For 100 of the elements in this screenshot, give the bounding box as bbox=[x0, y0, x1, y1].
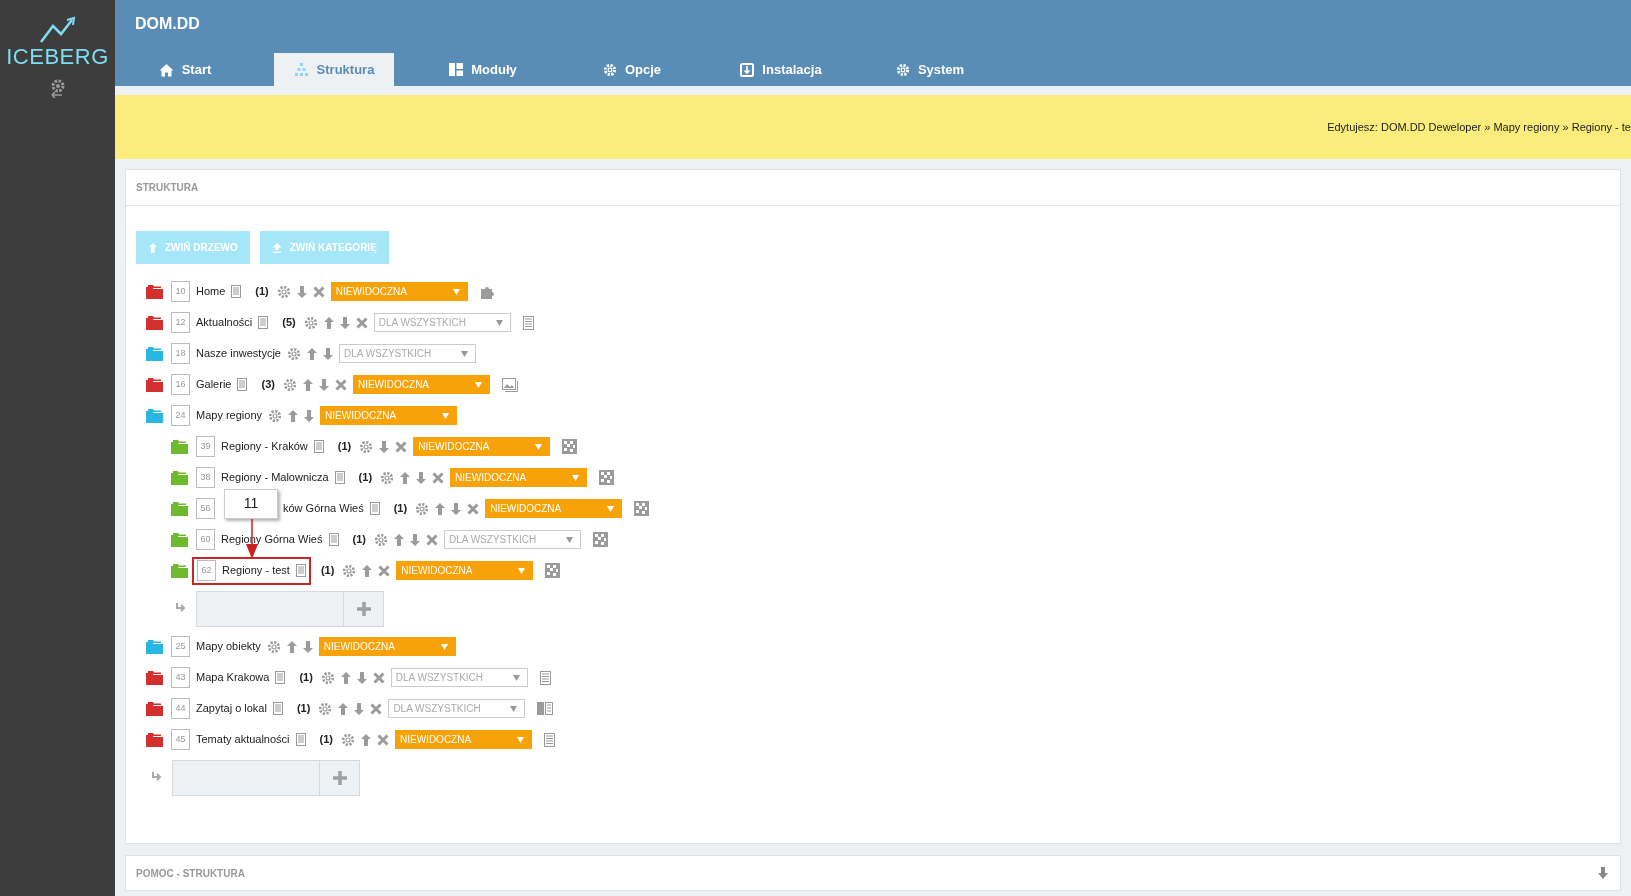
name-input-field[interactable] bbox=[196, 590, 344, 627]
nav-tab[interactable]: Instalacja bbox=[721, 53, 841, 86]
checker-icon[interactable] bbox=[562, 439, 578, 454]
node-name[interactable]: Aktualności bbox=[196, 314, 253, 331]
folder-icon[interactable] bbox=[171, 501, 188, 516]
settings-icon[interactable] bbox=[320, 670, 335, 685]
settings-icon[interactable] bbox=[342, 563, 357, 578]
arrow-up-icon[interactable] bbox=[307, 347, 317, 360]
arrow-up-icon[interactable] bbox=[435, 502, 446, 515]
visibility-select[interactable]: DLA WSZYSTKICH bbox=[373, 313, 511, 332]
close-icon[interactable] bbox=[378, 564, 391, 577]
nav-tab[interactable]: Opcje bbox=[572, 53, 692, 86]
settings-icon[interactable] bbox=[282, 377, 297, 392]
arrow-down-icon[interactable] bbox=[356, 671, 367, 684]
folder-icon[interactable] bbox=[146, 315, 163, 330]
node-name[interactable]: ków Górna Wieś bbox=[283, 500, 364, 517]
folder-icon[interactable] bbox=[146, 408, 163, 423]
arrow-down-icon[interactable] bbox=[318, 378, 329, 391]
arrow-down-icon[interactable] bbox=[1598, 867, 1608, 879]
visibility-select[interactable]: NIEWIDOCZNA bbox=[352, 375, 490, 394]
folder-icon[interactable] bbox=[171, 470, 188, 485]
node-name[interactable]: Galerie bbox=[196, 376, 232, 393]
document-icon[interactable] bbox=[295, 564, 306, 577]
visibility-select[interactable]: NIEWIDOCZNA bbox=[485, 499, 623, 518]
nav-tab[interactable]: System bbox=[870, 53, 990, 86]
close-icon[interactable] bbox=[334, 378, 347, 391]
puzzle-icon[interactable] bbox=[479, 284, 495, 299]
checker-icon[interactable] bbox=[599, 470, 615, 485]
arrow-down-icon[interactable] bbox=[296, 285, 307, 298]
document-icon[interactable] bbox=[539, 670, 551, 685]
folder-icon[interactable] bbox=[146, 377, 163, 392]
add-button[interactable] bbox=[320, 759, 360, 796]
nav-tab[interactable]: Start bbox=[125, 53, 245, 86]
settings-icon[interactable] bbox=[268, 408, 283, 423]
close-icon[interactable] bbox=[377, 733, 389, 746]
folder-icon[interactable] bbox=[171, 563, 188, 578]
close-icon[interactable] bbox=[355, 316, 368, 329]
name-input-field[interactable] bbox=[172, 759, 320, 796]
document-icon[interactable] bbox=[328, 533, 339, 546]
close-icon[interactable] bbox=[467, 502, 480, 515]
arrow-up-icon[interactable] bbox=[288, 409, 299, 422]
close-icon[interactable] bbox=[432, 471, 445, 484]
settings-icon[interactable] bbox=[266, 639, 281, 654]
checker-icon[interactable] bbox=[545, 563, 561, 578]
nav-tab[interactable]: Struktura bbox=[274, 53, 394, 86]
document-icon[interactable] bbox=[237, 378, 248, 391]
visibility-select[interactable]: DLA WSZYSTKICH bbox=[443, 530, 581, 549]
arrow-down-icon[interactable] bbox=[302, 640, 313, 653]
node-name[interactable]: Nasze inwestycje bbox=[196, 345, 281, 362]
document-icon[interactable] bbox=[522, 315, 534, 330]
settings-icon[interactable] bbox=[373, 532, 388, 547]
close-icon[interactable] bbox=[425, 533, 438, 546]
nav-tab[interactable]: Moduły bbox=[423, 53, 543, 86]
document-icon[interactable] bbox=[369, 502, 380, 515]
arrow-down-icon[interactable] bbox=[451, 502, 462, 515]
folder-icon[interactable] bbox=[146, 639, 163, 654]
settings-icon[interactable] bbox=[380, 470, 395, 485]
arrow-down-icon[interactable] bbox=[379, 440, 390, 453]
node-name[interactable]: Tematy aktualności bbox=[196, 731, 290, 748]
settings-icon[interactable] bbox=[318, 701, 333, 716]
visibility-select[interactable]: DLA WSZYSTKICH bbox=[388, 699, 526, 718]
arrow-down-icon[interactable] bbox=[339, 316, 350, 329]
add-button[interactable] bbox=[344, 590, 384, 627]
visibility-select[interactable]: NIEWIDOCZNA bbox=[330, 282, 468, 301]
arrow-up-icon[interactable] bbox=[340, 671, 351, 684]
arrow-down-icon[interactable] bbox=[409, 533, 420, 546]
folder-icon[interactable] bbox=[146, 701, 163, 716]
arrow-up-icon[interactable] bbox=[338, 702, 349, 715]
document-icon[interactable] bbox=[313, 440, 324, 453]
arrow-down-icon[interactable] bbox=[304, 409, 315, 422]
arrow-down-icon[interactable] bbox=[323, 347, 333, 360]
document-icon[interactable] bbox=[258, 316, 269, 329]
arrow-up-icon[interactable] bbox=[362, 564, 373, 577]
visibility-select[interactable]: NIEWIDOCZNA bbox=[413, 437, 551, 456]
close-icon[interactable] bbox=[395, 440, 408, 453]
close-icon[interactable] bbox=[372, 671, 385, 684]
visibility-select[interactable]: NIEWIDOCZNA bbox=[450, 468, 588, 487]
visibility-select[interactable]: DLA WSZYSTKICH bbox=[390, 668, 528, 687]
folder-icon[interactable] bbox=[146, 670, 163, 685]
node-name[interactable]: Home bbox=[196, 283, 226, 300]
checker-icon[interactable] bbox=[592, 532, 608, 547]
arrow-down-icon[interactable] bbox=[416, 471, 427, 484]
document-icon[interactable] bbox=[544, 732, 555, 747]
folder-icon[interactable] bbox=[171, 439, 188, 454]
arrow-up-icon[interactable] bbox=[286, 640, 297, 653]
node-name[interactable]: Mapa Krakowa bbox=[196, 669, 270, 686]
document-icon[interactable] bbox=[231, 285, 242, 298]
settings-icon[interactable] bbox=[276, 284, 291, 299]
node-name[interactable]: Regiony - Kraków bbox=[221, 438, 308, 455]
visibility-select[interactable]: NIEWIDOCZNA bbox=[396, 561, 534, 580]
document-icon[interactable] bbox=[295, 733, 306, 746]
columns-icon[interactable] bbox=[537, 702, 554, 715]
node-name[interactable]: Regiony - test bbox=[222, 562, 290, 579]
document-icon[interactable] bbox=[272, 702, 283, 715]
visibility-select[interactable]: NIEWIDOCZNA bbox=[395, 730, 532, 749]
document-icon[interactable] bbox=[334, 471, 345, 484]
close-icon[interactable] bbox=[370, 702, 383, 715]
settings-icon[interactable] bbox=[303, 315, 318, 330]
document-icon[interactable] bbox=[275, 671, 286, 684]
arrow-up-icon[interactable] bbox=[393, 533, 404, 546]
